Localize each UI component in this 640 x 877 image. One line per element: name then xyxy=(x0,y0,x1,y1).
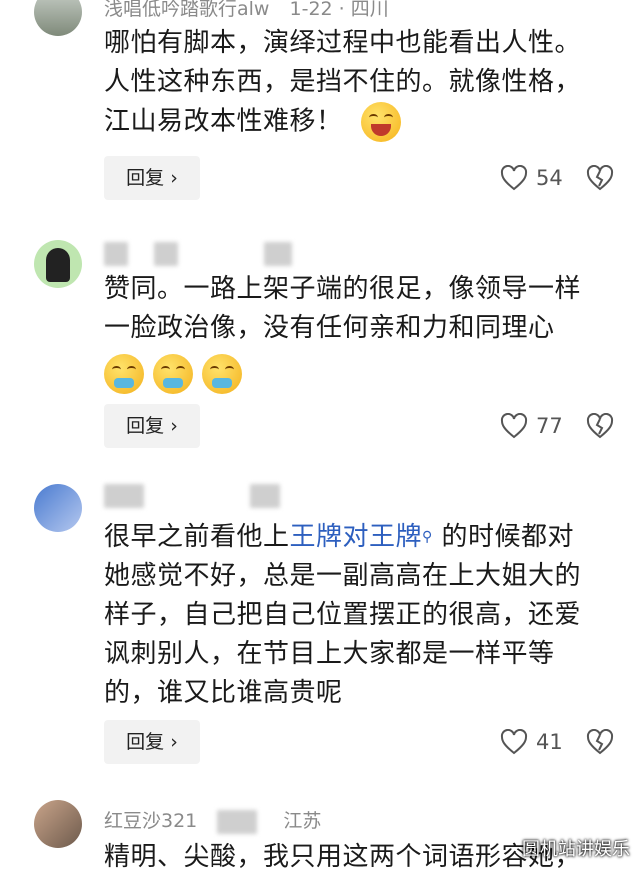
vomiting-face-emoji-icon xyxy=(202,354,243,394)
username[interactable]: 浅唱低吟踏歌行alw xyxy=(104,0,269,20)
like-count: 54 xyxy=(536,166,563,190)
reply-button[interactable]: 回复 › xyxy=(104,720,200,764)
like-area: 77 xyxy=(500,404,614,448)
reply-button[interactable]: 回复 › xyxy=(104,156,200,200)
like-count: 77 xyxy=(536,414,563,438)
blurred-username xyxy=(104,242,128,266)
like-area: 41 xyxy=(500,720,614,764)
comment-meta: 红豆沙321 江苏 xyxy=(104,806,321,834)
topic-link[interactable]: 王牌对王牌 xyxy=(290,522,423,552)
comment-location: 江苏 xyxy=(283,810,322,832)
squinting-tongue-emoji-icon xyxy=(361,102,402,142)
comment-meta xyxy=(104,242,312,266)
comment-date-location: 1-22 · 四川 xyxy=(289,0,389,20)
vomiting-face-emoji-icon xyxy=(104,354,144,394)
emoji-row xyxy=(104,354,246,394)
comment-meta xyxy=(104,484,300,508)
dislike-broken-heart-icon[interactable] xyxy=(586,165,614,191)
like-area: 54 xyxy=(500,156,614,200)
heart-icon[interactable] xyxy=(500,729,528,755)
comment-text: 赞同。一路上架子端的很足，像领导一样 一脸政治像，没有任何亲和力和同理心 xyxy=(104,274,582,343)
reply-button[interactable]: 回复 › xyxy=(104,404,200,448)
username[interactable]: 红豆沙321 xyxy=(104,810,197,832)
blurred-username xyxy=(104,484,144,508)
heart-icon[interactable] xyxy=(500,413,528,439)
dislike-broken-heart-icon[interactable] xyxy=(586,413,614,439)
dislike-broken-heart-icon[interactable] xyxy=(586,729,614,755)
like-count: 41 xyxy=(536,730,563,754)
heart-icon[interactable] xyxy=(500,165,528,191)
avatar[interactable] xyxy=(34,800,82,848)
watermark: 圆机站讲娱乐 xyxy=(522,839,630,860)
comment-text: 哪怕有脚本，演绎过程中也能看出人性。 人性这种东西，是挡不住的。就像性格， 江山… xyxy=(104,24,614,142)
avatar[interactable] xyxy=(34,0,82,36)
vomiting-face-emoji-icon xyxy=(153,354,194,394)
avatar[interactable] xyxy=(34,240,82,288)
search-icon: ⚲ xyxy=(422,529,433,545)
comment-text: 很早之前看他上王牌对王牌⚲ 的时候都对 她感觉不好，总是一副高高在上大姐大的 样… xyxy=(104,522,582,708)
comment-meta: 浅唱低吟踏歌行alw 1-22 · 四川 xyxy=(104,0,389,21)
avatar[interactable] xyxy=(34,484,82,532)
